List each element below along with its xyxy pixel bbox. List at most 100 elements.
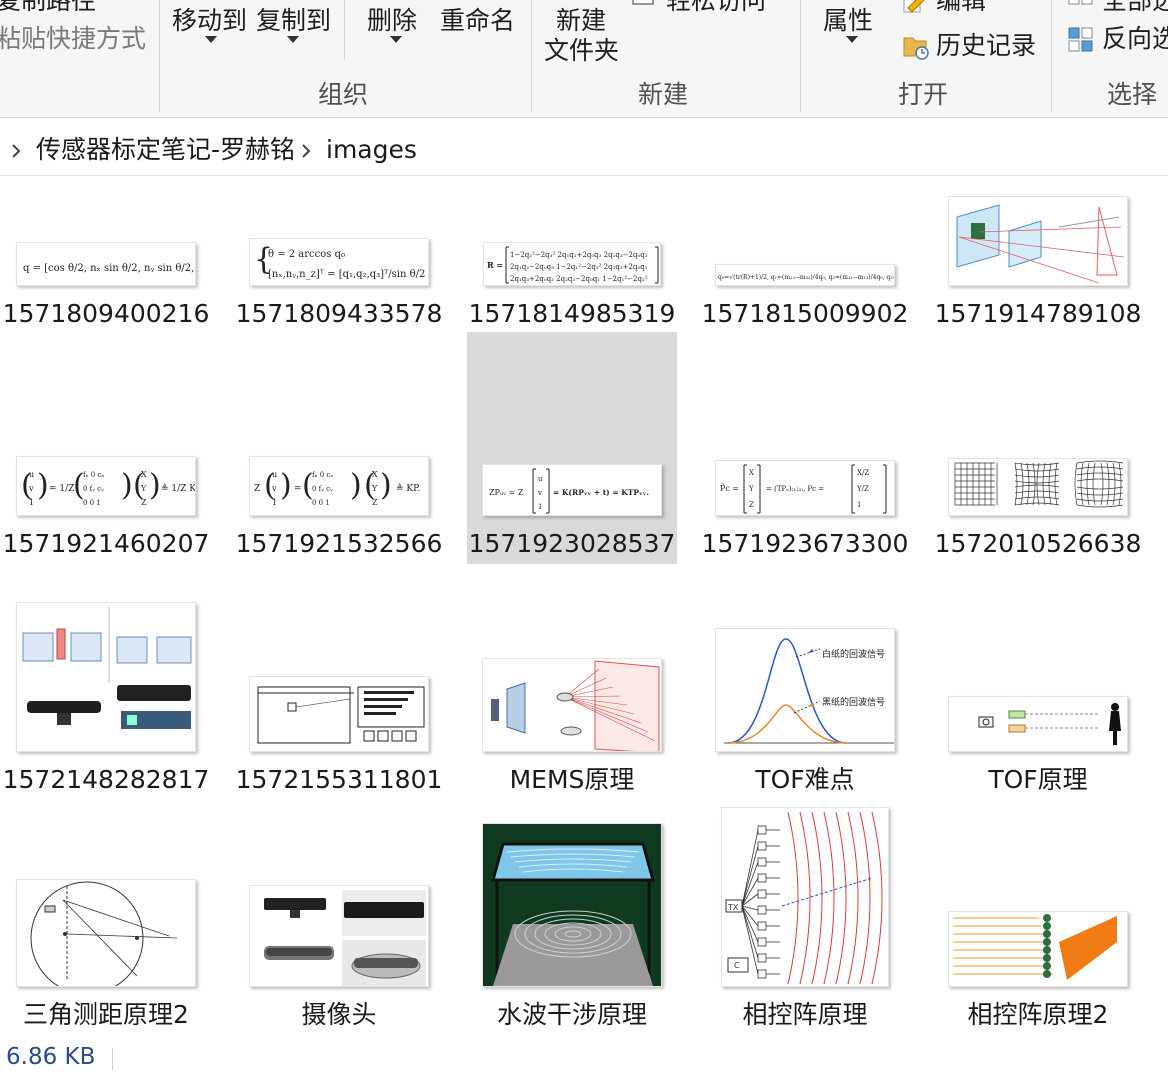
svg-text:2q₁q₃+2q₀q₂ 2q₂q₃−2q₀q₁ 1−2q: 2q₁q₃+2q₀q₂ 2q₂q₃−2q₀q₁ 1−2q₁²−2q₂²: [510, 275, 648, 283]
file-item[interactable]: (u v 1) = 1/Z(fₓ 0 cₓ 0 fᵧ cᵧ 0 0 1)(X Y Z) ≜ 1/…: [1, 332, 211, 564]
image-thumbnail: TX C: [721, 807, 889, 987]
select-all-button[interactable]: 全部选择: [1102, 0, 1168, 16]
file-item[interactable]: q₀=√(tr(R)+1)/2, q₁=(m₂₃−m₃₂)/4q₀, q₂=(m…: [700, 102, 910, 334]
file-name: MEMS原理: [509, 765, 635, 794]
svg-text:X: X: [141, 470, 147, 479]
ribbon-separator: [344, 0, 345, 60]
thumbnail-area: {θ = 2 arccos q₀ [nₓ,nᵧ,n_z]ᵀ = [q₁,q₂,q₃…: [234, 102, 444, 292]
thumbnail-area: [234, 568, 444, 758]
svg-text:q₀=√(tr(R)+1)/2, q₁=(m₂₃−m₃₂)/: q₀=√(tr(R)+1)/2, q₁=(m₂₃−m₃₂)/4q₀, q₂=(m…: [718, 274, 895, 281]
chevron-down-icon: [287, 36, 299, 43]
svg-text:): ): [350, 468, 362, 503]
svg-text:): ): [280, 468, 292, 503]
svg-text:fₓ 0 cₓ: fₓ 0 cₓ: [312, 471, 333, 479]
file-item[interactable]: 1571914789108: [933, 102, 1143, 334]
file-item[interactable]: 1572148282817: [1, 568, 211, 800]
image-thumbnail: P̃c = X Y Z = (TPᵥ)₍₁:₃₎, Pc = X/Z Y/Z 1: [715, 460, 895, 516]
history-button[interactable]: 历史记录: [936, 31, 1036, 61]
tof-black-label: 黑纸的回波信号: [822, 698, 886, 708]
file-item[interactable]: 1572155311801: [234, 568, 444, 800]
image-thumbnail: q = [cos θ/2, nₓ sin θ/2, nᵧ sin θ/2, n_…: [16, 242, 196, 286]
svg-text:): ): [121, 468, 133, 503]
select-all-icon: [1068, 0, 1093, 5]
file-name: 1571814985319: [468, 299, 676, 328]
file-item[interactable]: {θ = 2 arccos q₀ [nₓ,nᵧ,n_z]ᵀ = [q₁,q₂,q₃…: [234, 102, 444, 334]
new-folder-button[interactable]: 新建: [556, 6, 606, 36]
chevron-down-icon: [205, 36, 217, 43]
file-item[interactable]: 水波干涉原理: [467, 803, 677, 1035]
file-item[interactable]: 1572010526638: [933, 332, 1143, 564]
image-thumbnail: [948, 458, 1128, 516]
file-name: 1571815009902: [701, 299, 909, 328]
file-name: 1571809400216: [2, 299, 210, 328]
invert-selection-button[interactable]: 反向选择: [1102, 24, 1168, 54]
svg-text:Z: Z: [254, 484, 260, 494]
file-item[interactable]: 白纸的回波信号 黑纸的回波信号 TOF难点: [700, 568, 910, 800]
thumbnail-area: [234, 803, 444, 993]
file-item[interactable]: Z(u v 1) =(fₓ 0 cₓ 0 fᵧ cᵧ 0 0 1)(X Y Z) ≜ KP. 15…: [234, 332, 444, 564]
file-item[interactable]: TX C 相控阵原理: [700, 803, 910, 1035]
ribbon-toolbar: 复制路径 粘贴快捷方式 移动到 复制到 删除 重命名 组织 新建 文件夹 轻松访…: [0, 0, 1168, 118]
new-folder-button-label[interactable]: 文件夹: [544, 36, 619, 66]
image-thumbnail: [482, 823, 662, 987]
file-item[interactable]: q = [cos θ/2, nₓ sin θ/2, nᵧ sin θ/2, n_…: [1, 102, 211, 334]
image-thumbnail: {θ = 2 arccos q₀ [nₓ,nᵧ,n_z]ᵀ = [q₁,q₂,q₃…: [249, 238, 429, 286]
edit-button[interactable]: 编辑: [936, 0, 986, 16]
file-item[interactable]: P̃c = X Y Z = (TPᵥ)₍₁:₃₎, Pc = X/Z Y/Z 1 1571923…: [700, 332, 910, 564]
chevron-down-icon: [390, 36, 402, 43]
thumbnail-area: 白纸的回波信号 黑纸的回波信号: [700, 568, 910, 758]
move-to-button[interactable]: 移动到: [172, 6, 247, 36]
easy-access-button[interactable]: 轻松访问: [666, 0, 766, 16]
thumbnail-area: Z(u v 1) =(fₓ 0 cₓ 0 fᵧ cᵧ 0 0 1)(X Y Z) ≜ KP.: [234, 332, 444, 522]
svg-text:v: v: [271, 484, 277, 493]
image-thumbnail: [16, 602, 196, 752]
file-name: 1571914789108: [934, 299, 1142, 328]
paste-shortcut-button[interactable]: 粘贴快捷方式: [0, 24, 146, 54]
svg-text:u: u: [272, 470, 277, 479]
chevron-down-icon: [846, 36, 858, 43]
image-thumbnail: 白纸的回波信号 黑纸的回波信号: [715, 628, 895, 752]
image-thumbnail: [948, 196, 1128, 286]
file-name: TOF原理: [988, 765, 1088, 794]
thumbnail-area: [467, 568, 677, 758]
svg-text:): ): [380, 468, 392, 503]
svg-text:q = [cos θ/2, nₓ sin θ/2, nᵧ s: q = [cos θ/2, nₓ sin θ/2, nᵧ sin θ/2, n_…: [23, 263, 196, 274]
history-icon: [903, 37, 929, 60]
delete-button[interactable]: 删除: [367, 6, 417, 36]
file-name: 相控阵原理2: [967, 1000, 1109, 1029]
image-thumbnail: Z(u v 1) =(fₓ 0 cₓ 0 fᵧ cᵧ 0 0 1)(X Y Z) ≜ KP.: [249, 456, 429, 516]
svg-text:1−2q₂²−2q₃² 2q₁q₂+2q₀q₃ 2q₁q: 1−2q₂²−2q₃² 2q₁q₂+2q₀q₃ 2q₁q₃−2q₀q₂: [510, 251, 648, 259]
file-item[interactable]: ZPᵤᵥ = Z u v 1 = K(RPᵥᵥ + t) = KTPᵥᵥ. 1571923…: [467, 332, 677, 564]
svg-text:X: X: [749, 469, 754, 477]
copy-path-button[interactable]: 复制路径: [0, 0, 96, 16]
svg-text:≜ KP.: ≜ KP.: [396, 483, 420, 494]
file-item[interactable]: TOF原理: [933, 568, 1143, 800]
image-thumbnail: ZPᵤᵥ = Z u v 1 = K(RPᵥᵥ + t) = KTPᵥᵥ.: [482, 464, 662, 516]
file-name: 水波干涉原理: [496, 1000, 647, 1029]
file-item[interactable]: 摄像头: [234, 803, 444, 1035]
thumbnail-area: q = [cos θ/2, nₓ sin θ/2, nᵧ sin θ/2, n_…: [1, 102, 211, 292]
file-item[interactable]: R = 1−2q₂²−2q₃² 2q₁q₂+2q₀q₃ 2q₁q₃−2q₀q₂ 2q…: [467, 102, 677, 334]
file-item[interactable]: 相控阵原理2: [933, 803, 1143, 1035]
svg-text:0 fᵧ cᵧ: 0 fᵧ cᵧ: [83, 485, 104, 493]
svg-text:fₓ 0 cₓ: fₓ 0 cₓ: [83, 471, 104, 479]
rename-button[interactable]: 重命名: [440, 6, 515, 36]
svg-text:u: u: [29, 470, 34, 479]
ribbon-separator: [531, 0, 532, 112]
svg-text:Y: Y: [140, 484, 147, 493]
image-thumbnail: [948, 696, 1128, 752]
image-thumbnail: [16, 879, 196, 987]
svg-text:2q₁q₂−2q₀q₃ 1−2q₁²−2q₃² 2q₂q: 2q₁q₂−2q₀q₃ 1−2q₁²−2q₃² 2q₂q₃+2q₀q₁: [510, 263, 648, 271]
file-name: 1572148282817: [2, 765, 210, 794]
copy-to-button[interactable]: 复制到: [256, 6, 331, 36]
ribbon-separator: [800, 0, 801, 112]
svg-text:0 fᵧ cᵧ: 0 fᵧ cᵧ: [312, 485, 333, 493]
file-item[interactable]: 三角测距原理2: [1, 803, 211, 1035]
file-item[interactable]: MEMS原理: [467, 568, 677, 800]
image-thumbnail: [948, 911, 1128, 987]
thumbnail-area: [933, 568, 1143, 758]
properties-button[interactable]: 属性: [823, 6, 873, 36]
svg-text:θ = 2 arccos q₀: θ = 2 arccos q₀: [268, 249, 345, 260]
file-name: 1571809433578: [235, 299, 443, 328]
svg-text:= (TPᵥ)₍₁:₃₎, Pc =: = (TPᵥ)₍₁:₃₎, Pc =: [766, 485, 824, 493]
